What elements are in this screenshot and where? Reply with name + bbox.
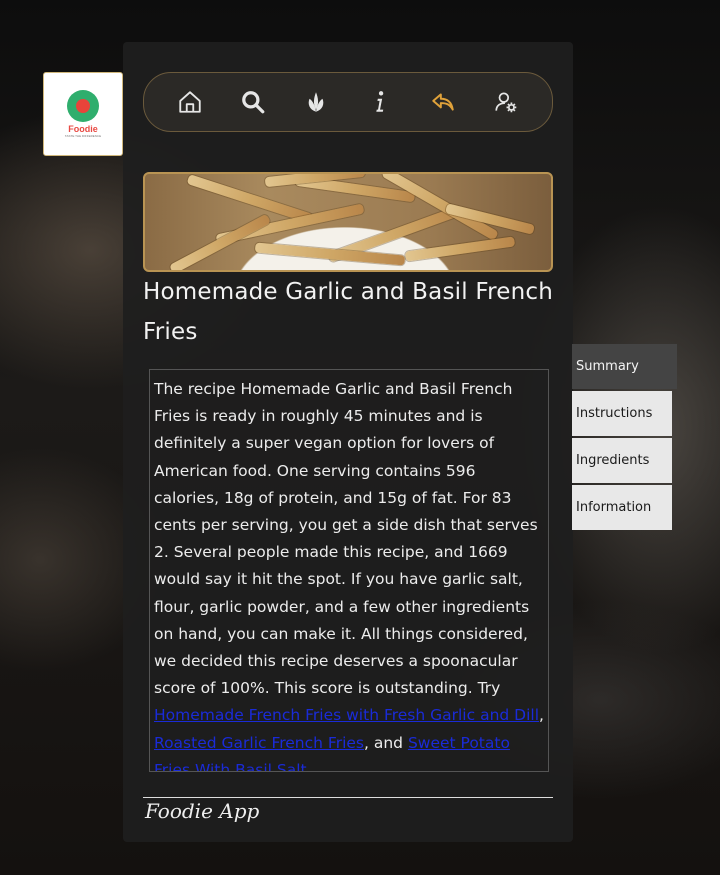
logo-tagline: TASTE THE DIFFERENCE xyxy=(64,134,102,138)
recipe-summary: The recipe Homemade Garlic and Basil Fre… xyxy=(149,369,549,772)
recipe-title: Homemade Garlic and Basil French Fries xyxy=(143,279,553,345)
recipe-tabs: Summary Instructions Ingredients Informa… xyxy=(572,344,678,532)
footer-divider xyxy=(143,797,553,798)
tab-ingredients[interactable]: Ingredients xyxy=(572,438,672,483)
footer-app-name: Foodie App xyxy=(145,799,260,823)
foodie-logo[interactable]: Foodie TASTE THE DIFFERENCE xyxy=(43,72,123,156)
summary-text: The recipe Homemade Garlic and Basil Fre… xyxy=(154,380,538,698)
leaf-icon[interactable] xyxy=(302,88,330,116)
logo-mark-icon xyxy=(67,90,99,122)
search-icon[interactable] xyxy=(239,88,267,116)
info-icon[interactable] xyxy=(366,88,394,116)
user-settings-icon[interactable] xyxy=(492,88,520,116)
related-recipe-link[interactable]: Roasted Garlic French Fries xyxy=(154,734,364,752)
nav-bar xyxy=(143,72,553,132)
tab-summary[interactable]: Summary xyxy=(572,344,677,389)
summary-separator: , xyxy=(539,706,544,725)
related-recipe-link[interactable]: Homemade French Fries with Fresh Garlic … xyxy=(154,706,539,724)
back-icon[interactable] xyxy=(429,88,457,116)
tab-instructions[interactable]: Instructions xyxy=(572,391,672,436)
recipe-image xyxy=(143,172,553,272)
tab-information[interactable]: Information xyxy=(572,485,672,530)
home-icon[interactable] xyxy=(176,88,204,116)
summary-separator: , and xyxy=(363,733,403,752)
logo-brand: Foodie xyxy=(68,124,98,134)
